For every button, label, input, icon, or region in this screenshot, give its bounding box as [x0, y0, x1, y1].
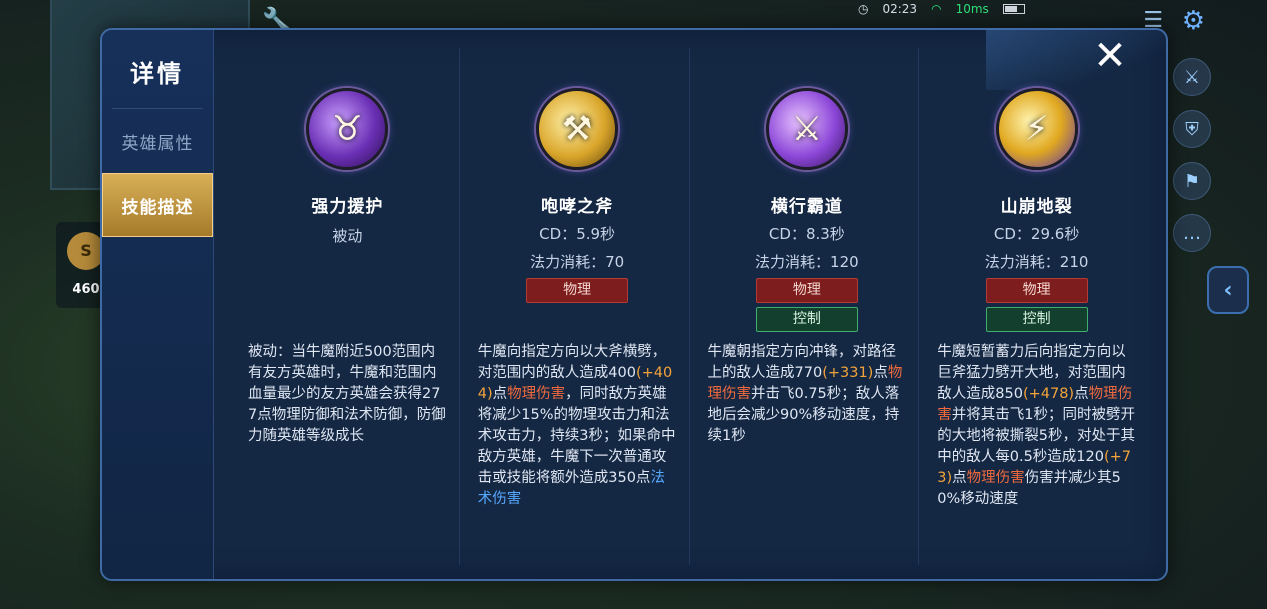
tag-control: 控制	[985, 307, 1088, 332]
skill-description: 牛魔向指定方向以大斧横劈，对范围内的敌人造成400(+404)点物理伤害，同时敌…	[478, 342, 677, 510]
skill-cooldown: CD：29.6秒	[993, 225, 1080, 243]
right-quick-actions: ⚔ ⛨ ⚑ …	[1173, 58, 1211, 252]
desc-highlight-dmg-p: 物理伤害	[966, 470, 1025, 486]
skill-card: ♉ 强力援护 被动 被动：当牛魔附近500范围内有友方英雄时，牛魔和范围内血量最…	[230, 48, 459, 565]
skill-type: 被动	[332, 227, 363, 245]
chat-icon[interactable]: …	[1173, 214, 1211, 252]
charge-icon[interactable]: ⚔	[765, 88, 848, 170]
skill-mana-cost: 法力消耗：70	[530, 253, 625, 271]
desc-text: 被动：当牛魔附近500范围内有友方英雄时，牛魔和范围内血量最少的友方英雄会获得2…	[248, 344, 446, 444]
panel-title: 详情	[130, 60, 184, 88]
gear-icon[interactable]: ⚙	[1182, 6, 1205, 36]
skill-name: 山崩地裂	[1000, 197, 1073, 217]
skill-cooldown: CD：5.9秒	[539, 225, 616, 243]
attack-signal-icon[interactable]: ⚔	[1173, 58, 1211, 96]
desc-text: 点	[1074, 386, 1089, 402]
skill-description: 被动：当牛魔附近500范围内有友方英雄时，牛魔和范围内血量最少的友方英雄会获得2…	[248, 342, 447, 447]
skill-name: 强力援护	[311, 197, 384, 217]
gather-signal-icon[interactable]: ⚑	[1173, 162, 1211, 200]
close-button[interactable]: ✕	[1088, 36, 1132, 80]
desc-highlight-num: (+331)	[822, 365, 874, 381]
skill-mana-cost: 法力消耗：120	[755, 253, 859, 271]
tag-control: 控制	[755, 307, 858, 332]
skill-list: ♉ 强力援护 被动 被动：当牛魔附近500范围内有友方英雄时，牛魔和范围内血量最…	[230, 48, 1148, 565]
desc-text: 点	[873, 365, 888, 381]
tag-physical: 物理	[985, 278, 1088, 303]
wifi-icon: ◠	[931, 2, 942, 16]
status-bar: ◷ 02:23 ◠ 10ms	[858, 2, 1025, 16]
tag-physical: 物理	[526, 278, 629, 303]
tab-skill-description[interactable]: 技能描述	[102, 173, 213, 237]
desc-highlight-num: (+478)	[1022, 386, 1075, 402]
skill-mana-cost: 法力消耗：210	[984, 253, 1089, 271]
ground-split-icon[interactable]: ⚡	[995, 88, 1078, 170]
skill-description: 牛魔短暂蓄力后向指定方向以巨斧猛力劈开大地，对范围内敌人造成850(+478)点…	[937, 342, 1136, 510]
desc-highlight-dmg-p: 物理伤害	[507, 386, 566, 402]
sidebar: 详情 英雄属性 技能描述	[102, 30, 214, 579]
desc-text: 点	[952, 470, 967, 486]
skill-cooldown: CD：8.3秒	[768, 225, 845, 243]
skill-name: 横行霸道	[770, 197, 843, 217]
axe-icon[interactable]: ⚒	[536, 88, 619, 170]
skill-card: ⚔ 横行霸道 CD：8.3秒 法力消耗：120 物理 控制 牛魔朝指定方向冲锋，…	[688, 48, 919, 565]
skill-description: 牛魔朝指定方向冲锋，对路径上的敌人造成770(+331)点物理伤害并击飞0.75…	[708, 342, 907, 447]
detail-panel: 详情 英雄属性 技能描述 ✕ ♉ 强力援护 被动 被动：当牛魔附近500范围内有…	[100, 28, 1168, 581]
match-time: 02:23	[882, 2, 918, 16]
skill-card: ⚒ 咆哮之斧 CD：5.9秒 法力消耗：70 物理 牛魔向指定方向以大斧横劈，对…	[458, 48, 689, 565]
skill-card: ⚡ 山崩地裂 CD：29.6秒 法力消耗：210 物理 控制 牛魔短暂蓄力后向指…	[918, 48, 1148, 565]
tab-hero-attributes[interactable]: 英雄属性	[102, 109, 213, 173]
skill-name: 咆哮之斧	[541, 197, 614, 217]
bull-guard-icon[interactable]: ♉	[306, 88, 389, 170]
desc-text: 点	[492, 386, 508, 402]
ping-value: 10ms	[955, 2, 989, 16]
retreat-signal-icon[interactable]: ⛨	[1173, 110, 1211, 148]
expand-arrow-icon[interactable]: ‹	[1207, 266, 1249, 314]
battery-icon	[1002, 4, 1025, 14]
clock-icon: ◷	[858, 2, 869, 16]
tag-physical: 物理	[755, 278, 858, 303]
